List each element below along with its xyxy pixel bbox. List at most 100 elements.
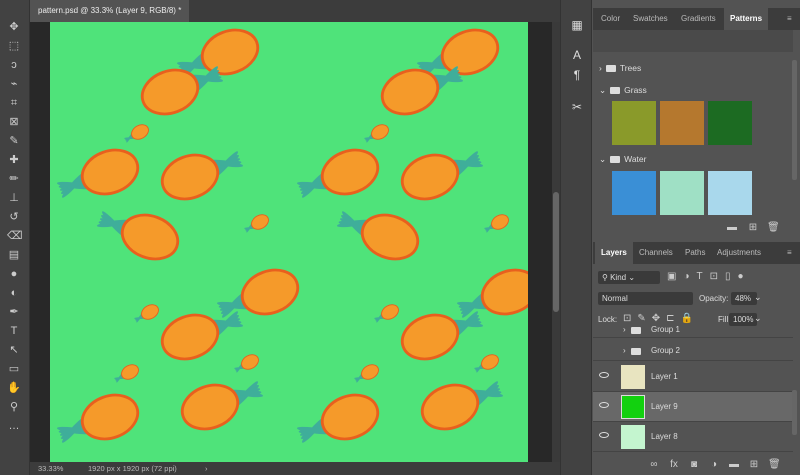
- pineapple: [234, 354, 259, 373]
- vertical-scrollbar[interactable]: [552, 22, 560, 462]
- link-icon[interactable]: ∞: [648, 459, 660, 471]
- pineapple: [296, 393, 380, 443]
- tab-gradients[interactable]: Gradients: [675, 8, 722, 30]
- document-dimensions: 1920 px x 1920 px (72 ppi): [88, 464, 177, 473]
- fill-input[interactable]: 100%: [729, 313, 757, 326]
- lock-label: Lock:: [598, 315, 618, 324]
- pattern-swatch-water-2[interactable]: [660, 171, 704, 215]
- blur-icon[interactable]: ●: [7, 267, 21, 281]
- shape-icon[interactable]: ▭: [7, 362, 21, 376]
- pen-icon[interactable]: ✒: [7, 305, 21, 319]
- tab-patterns[interactable]: Patterns: [724, 8, 769, 30]
- opacity-dropdown-icon[interactable]: ⌄: [754, 292, 762, 303]
- fill-dropdown-icon[interactable]: ⌄: [754, 313, 762, 324]
- panel-menu-icon[interactable]: ≡: [781, 8, 798, 30]
- healing-icon[interactable]: ✚: [7, 153, 21, 167]
- pattern-group-grass[interactable]: ⌄ Grass: [593, 85, 793, 96]
- pineapple: [420, 381, 504, 431]
- pattern-swatch-water-1[interactable]: [612, 171, 656, 215]
- new-group-icon[interactable]: ▬: [726, 222, 738, 234]
- tab-paths[interactable]: Paths: [679, 242, 711, 264]
- mask-icon[interactable]: ◙: [688, 459, 700, 471]
- pattern-swatch-water-3[interactable]: [708, 171, 752, 215]
- layer-row-layer-9[interactable]: Layer 9: [593, 392, 793, 422]
- history-brush-icon[interactable]: ↺: [7, 210, 21, 224]
- panel-menu-icon[interactable]: ≡: [781, 242, 798, 264]
- folder-icon: [610, 87, 621, 95]
- status-bar: 33.33% 1920 px x 1920 px (72 ppi) ›: [30, 462, 560, 475]
- pattern-group-trees[interactable]: › Trees: [593, 63, 793, 73]
- zoom-level[interactable]: 33.33%: [38, 462, 63, 475]
- more-icon[interactable]: …: [7, 419, 21, 433]
- chevron-down-icon[interactable]: ⌄: [599, 154, 606, 164]
- pattern-swatch-grass-1[interactable]: [612, 101, 656, 145]
- marquee-icon[interactable]: ⬚: [7, 39, 21, 53]
- pineapple: [296, 148, 380, 198]
- pattern-group-water[interactable]: ⌄ Water: [593, 154, 793, 165]
- zoom-icon[interactable]: ⚲: [7, 400, 21, 414]
- visibility-eye-icon[interactable]: [599, 372, 609, 378]
- visibility-eye-icon[interactable]: [599, 432, 609, 438]
- new-layer-icon[interactable]: ⊞: [748, 459, 760, 471]
- status-arrow-icon[interactable]: ›: [205, 462, 208, 475]
- pattern-swatch-grass-2[interactable]: [660, 101, 704, 145]
- pineapple: [96, 211, 180, 261]
- pineapple: [56, 148, 140, 198]
- pineapple: [180, 381, 264, 431]
- layer-row-group-2[interactable]: › Group 2: [593, 339, 793, 361]
- character-icon[interactable]: A: [570, 48, 584, 62]
- pattern-swatch-grass-3[interactable]: [708, 101, 752, 145]
- lasso-icon[interactable]: ↄ: [7, 58, 21, 72]
- document-canvas[interactable]: [50, 22, 528, 462]
- filter-icons[interactable]: ▣◑T⊡▯●: [667, 271, 777, 284]
- layer-filter-select[interactable]: ⚲ Kind ⌄: [598, 271, 660, 284]
- new-group-icon[interactable]: ▬: [728, 459, 740, 471]
- frame-icon[interactable]: ⊠: [7, 115, 21, 129]
- tab-channels[interactable]: Channels: [633, 242, 679, 264]
- pineapple: [216, 268, 300, 318]
- eyedropper-icon[interactable]: ✎: [7, 134, 21, 148]
- patterns-search[interactable]: [593, 30, 793, 52]
- eraser-icon[interactable]: ⌫: [7, 229, 23, 243]
- dodge-icon[interactable]: ◐: [7, 286, 21, 300]
- move-icon[interactable]: ✥: [7, 20, 21, 34]
- document-tab[interactable]: pattern.psd @ 33.3% (Layer 9, RGB/8) *: [30, 0, 190, 22]
- layer-row-layer-8[interactable]: Layer 8: [593, 422, 793, 452]
- brush-icon[interactable]: ✏: [7, 172, 21, 186]
- visibility-eye-icon[interactable]: [599, 402, 609, 408]
- hand-icon[interactable]: ✋: [7, 381, 21, 395]
- tab-swatches[interactable]: Swatches: [627, 8, 674, 30]
- lock-icons[interactable]: ⊡✎✥⊏🔒: [623, 313, 699, 324]
- history-icon[interactable]: ▦: [570, 18, 584, 32]
- patterns-footer: ▬ ⊞ 🗑: [593, 222, 800, 238]
- paragraph-icon[interactable]: ¶: [570, 68, 584, 82]
- chevron-right-icon[interactable]: ›: [599, 63, 602, 73]
- adjustment-icon[interactable]: ◑: [708, 459, 720, 471]
- stamp-icon[interactable]: ⊥: [7, 191, 21, 205]
- layer-row-layer-1[interactable]: Layer 1: [593, 362, 793, 392]
- tab-layers[interactable]: Layers: [595, 242, 633, 264]
- blend-mode-select[interactable]: Normal: [598, 292, 693, 305]
- scroll-thumb[interactable]: [553, 192, 559, 312]
- layers-scrollbar[interactable]: [792, 390, 797, 435]
- tools-icon[interactable]: ✂: [570, 100, 584, 114]
- chevron-down-icon[interactable]: ⌄: [599, 85, 606, 95]
- gradient-icon[interactable]: ▤: [7, 248, 21, 262]
- new-pattern-icon[interactable]: ⊞: [747, 222, 759, 234]
- layer-row-group-1[interactable]: › Group 1: [593, 326, 793, 338]
- trash-icon[interactable]: 🗑: [767, 222, 780, 234]
- trash-icon[interactable]: 🗑: [768, 459, 781, 471]
- path-select-icon[interactable]: ↖: [7, 343, 21, 357]
- quick-select-icon[interactable]: ⌁: [7, 77, 21, 91]
- tab-color[interactable]: Color: [595, 8, 626, 30]
- panel-icon-strip: ▦ A ¶ ✂: [560, 0, 592, 475]
- tools-toolbar: ✥ ⬚ ↄ ⌁ ⌗ ⊠ ✎ ✚ ✏ ⊥ ↺ ⌫ ▤ ● ◐ ✒ T ↖ ▭ ✋ ⚲ …: [0, 0, 30, 475]
- document-tab-bar: pattern.psd @ 33.3% (Layer 9, RGB/8) *: [30, 0, 560, 22]
- tab-adjustments[interactable]: Adjustments: [711, 242, 767, 264]
- pineapple: [244, 214, 269, 233]
- canvas-area: [30, 22, 560, 462]
- type-icon[interactable]: T: [7, 324, 21, 338]
- fx-icon[interactable]: fx: [668, 459, 680, 471]
- crop-icon[interactable]: ⌗: [7, 96, 21, 110]
- pineapple: [474, 354, 499, 373]
